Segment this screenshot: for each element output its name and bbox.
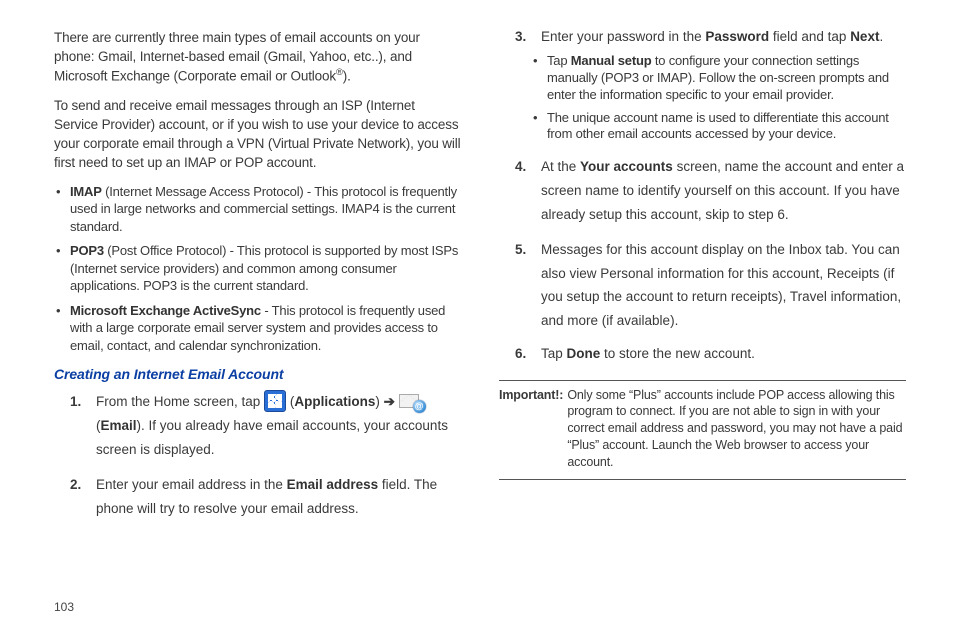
field-name: Password [705, 29, 769, 44]
section-subhead: Creating an Internet Email Account [54, 365, 461, 385]
text: Tap [541, 346, 567, 361]
text: There are currently three main types of … [54, 30, 420, 84]
arrow-icon: ➔ [380, 394, 399, 409]
text: field and tap [769, 29, 850, 44]
intro-paragraph-2: To send and receive email messages throu… [54, 96, 461, 173]
bold: Manual setup [571, 53, 652, 68]
text: From the Home screen, tap [96, 394, 264, 409]
bullet-activesync: Microsoft Exchange ActiveSync - This pro… [60, 302, 461, 355]
left-column: There are currently three main types of … [54, 28, 461, 616]
sub-bullet: Tap Manual setup to configure your conne… [537, 53, 906, 104]
applications-icon [264, 390, 286, 412]
screen-name: Your accounts [580, 159, 673, 174]
right-column: Enter your password in the Password fiel… [499, 28, 906, 616]
sub-bullet: The unique account name is used to diffe… [537, 110, 906, 144]
registered-mark: ® [336, 67, 343, 78]
bullet-text: (Post Office Protocol) - This protocol i… [70, 243, 458, 293]
text: Enter your password in the [541, 29, 705, 44]
steps-right: Enter your password in the Password fiel… [499, 28, 906, 364]
protocol-bullet-list: IMAP (Internet Message Access Protocol) … [54, 183, 461, 355]
step-6: Tap Done to store the new account. [521, 345, 906, 364]
step-1: From the Home screen, tap (Applications)… [76, 390, 461, 461]
step-3: Enter your password in the Password fiel… [521, 28, 906, 143]
bullet-bold: POP3 [70, 243, 104, 258]
bullet-pop3: POP3 (Post Office Protocol) - This proto… [60, 242, 461, 295]
text: The unique account name is used to diffe… [547, 110, 889, 142]
text: . [879, 29, 883, 44]
bullet-text: (Internet Message Access Protocol) - Thi… [70, 184, 457, 234]
page-number: 103 [54, 600, 74, 614]
important-body: Only some “Plus” accounts include POP ac… [567, 387, 906, 471]
intro-paragraph-1: There are currently three main types of … [54, 28, 461, 86]
bullet-bold: IMAP [70, 184, 102, 199]
button-name: Done [567, 346, 601, 361]
email-label: Email [101, 418, 137, 433]
bullet-imap: IMAP (Internet Message Access Protocol) … [60, 183, 461, 236]
text: ). If you already have email accounts, y… [96, 418, 448, 457]
field-name: Email address [287, 477, 379, 492]
important-note: Important!: Only some “Plus” accounts in… [499, 380, 906, 480]
button-name: Next [850, 29, 879, 44]
email-icon: @ [399, 392, 425, 412]
text: ). [343, 69, 351, 84]
step-2: Enter your email address in the Email ad… [76, 473, 461, 520]
step-3-subbullets: Tap Manual setup to configure your conne… [531, 53, 906, 143]
text: Tap [547, 53, 571, 68]
text: to store the new account. [600, 346, 755, 361]
steps-left: From the Home screen, tap (Applications)… [54, 390, 461, 520]
step-5: Messages for this account display on the… [521, 238, 906, 333]
text: At the [541, 159, 580, 174]
applications-label: Applications [294, 394, 375, 409]
step-4: At the Your accounts screen, name the ac… [521, 155, 906, 226]
bullet-bold: Microsoft Exchange ActiveSync [70, 303, 261, 318]
text: Enter your email address in the [96, 477, 287, 492]
important-label: Important!: [499, 387, 563, 471]
